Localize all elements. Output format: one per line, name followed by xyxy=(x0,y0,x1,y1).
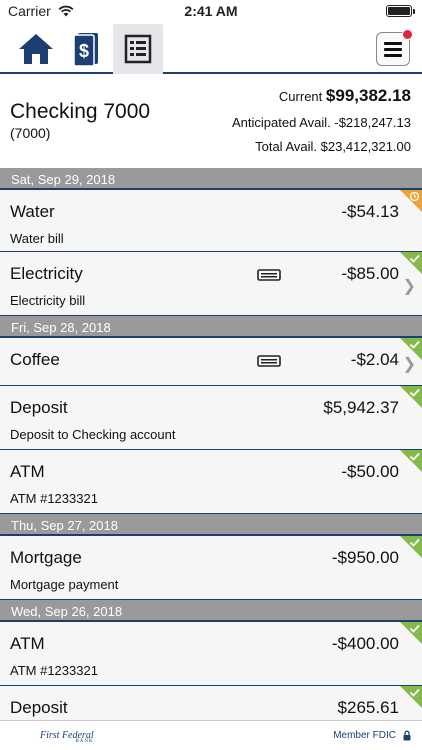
transaction-list[interactable]: Sat, Sep 29, 2018 Water Water bill -$54.… xyxy=(0,168,422,750)
date-header: Thu, Sep 27, 2018 xyxy=(0,514,422,536)
transaction-memo: Mortgage payment xyxy=(10,577,119,592)
money-icon: $ xyxy=(73,33,98,67)
check-icon xyxy=(409,388,420,397)
check-icon xyxy=(409,254,420,263)
transaction-amount: -$85.00 xyxy=(341,264,399,283)
transaction-title: Water xyxy=(10,202,55,221)
transaction-amount: -$2.04 xyxy=(350,350,399,369)
total-available: Total Avail. $23,412,321.00 xyxy=(255,139,411,154)
transaction-memo: Electricity bill xyxy=(10,293,86,308)
account-number: (7000) xyxy=(10,125,51,141)
check-icon xyxy=(409,452,420,461)
svg-text:$: $ xyxy=(79,41,89,61)
transaction-amount: -$50.00 xyxy=(341,462,399,481)
check-icon xyxy=(409,624,420,633)
tab-accounts[interactable]: $ xyxy=(62,26,110,72)
transaction-title: Coffee xyxy=(10,350,60,369)
receipt-icon[interactable] xyxy=(257,269,281,281)
transaction-row[interactable]: ATM ATM #1233321 -$400.00 xyxy=(0,622,422,686)
date-header: Wed, Sep 26, 2018 xyxy=(0,600,422,622)
transaction-row[interactable]: Mortgage Mortgage payment -$950.00 xyxy=(0,536,422,600)
transaction-title: Deposit xyxy=(10,398,68,417)
check-icon xyxy=(409,688,420,697)
notification-badge xyxy=(402,29,413,40)
ledger-icon xyxy=(124,34,152,64)
transaction-row[interactable]: Deposit Deposit to Checking account $5,9… xyxy=(0,386,422,450)
account-name: Checking 7000 xyxy=(10,100,151,123)
transaction-memo: ATM #1233321 xyxy=(10,663,98,678)
date-header: Fri, Sep 28, 2018 xyxy=(0,316,422,338)
bank-logo: First Federal BANK xyxy=(40,730,94,744)
current-balance-label: Current xyxy=(278,89,323,104)
home-icon xyxy=(19,34,53,64)
menu-button[interactable] xyxy=(376,29,413,66)
transaction-row[interactable]: Coffee -$2.04 ❯ xyxy=(0,338,422,386)
receipt-icon[interactable] xyxy=(257,355,281,367)
hamburger-menu-icon xyxy=(384,42,402,57)
transaction-title: Mortgage xyxy=(10,548,82,567)
transaction-amount: -$950.00 xyxy=(331,548,399,567)
transaction-memo: ATM #1233321 xyxy=(10,491,98,506)
transaction-memo: Deposit to Checking account xyxy=(10,427,176,442)
transaction-row[interactable]: Electricity Electricity bill -$85.00 ❯ xyxy=(0,252,422,316)
status-bar: Carrier 2:41 AM xyxy=(0,0,422,22)
lock-icon xyxy=(403,730,411,741)
transaction-row[interactable]: Water Water bill -$54.13 xyxy=(0,190,422,252)
chevron-right-icon[interactable]: ❯ xyxy=(403,276,416,296)
check-icon xyxy=(409,340,420,349)
date-header: Sat, Sep 29, 2018 xyxy=(0,168,422,190)
transaction-memo: Water bill xyxy=(10,231,64,246)
current-balance-value: $99,382.18 xyxy=(325,86,411,105)
transaction-amount: $265.61 xyxy=(337,698,399,717)
tab-ledger[interactable] xyxy=(113,24,163,74)
top-toolbar: $ xyxy=(0,22,422,74)
transaction-amount: -$400.00 xyxy=(331,634,399,653)
transaction-title: ATM xyxy=(10,462,45,481)
clock-icon xyxy=(409,191,420,202)
transaction-amount: -$54.13 xyxy=(341,202,399,221)
check-icon xyxy=(409,538,420,547)
current-balance: Current $99,382.18 xyxy=(279,86,411,106)
tab-home[interactable] xyxy=(12,26,60,72)
fdic-label: Member FDIC xyxy=(333,730,396,741)
anticipated-balance: Anticipated Avail. -$218,247.13 xyxy=(231,115,411,130)
account-summary: Checking 7000 (7000) Current $99,382.18 … xyxy=(0,76,422,168)
clock: 2:41 AM xyxy=(184,3,238,19)
transaction-row[interactable]: ATM ATM #1233321 -$50.00 xyxy=(0,450,422,514)
transaction-amount: $5,942.37 xyxy=(323,398,399,417)
transaction-title: ATM xyxy=(10,634,45,653)
battery-icon xyxy=(386,5,415,17)
footer: First Federal BANK Member FDIC xyxy=(0,720,422,750)
transaction-title: Electricity xyxy=(10,264,83,283)
transaction-title: Deposit xyxy=(10,698,68,717)
